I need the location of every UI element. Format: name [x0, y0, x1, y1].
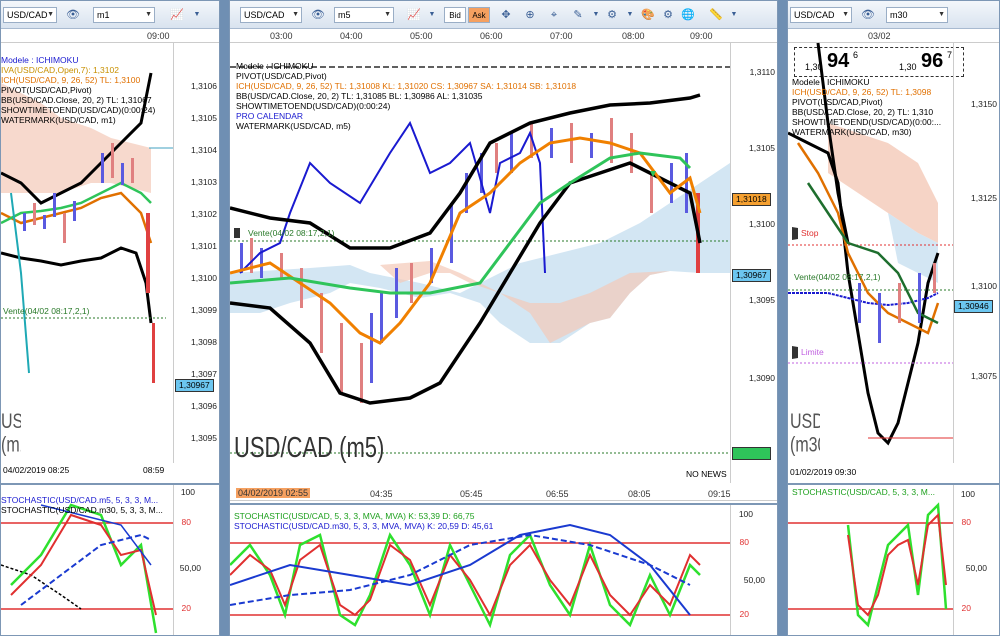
left-indicator-line: SHOWTIMETOEND(USD/CAD)(0:00:24): [1, 105, 156, 115]
right-indicator-line: PIVOT(USD/CAD,Pivot): [792, 97, 883, 107]
center-time-axis-bottom: 04/02/2019 02:55 04:35 05:45 06:55 08:05…: [230, 487, 777, 501]
left-stochastic-axis: 100 80 50,00 20: [173, 485, 219, 635]
right-stochastic-axis: 100 80 50,00 20: [953, 485, 999, 635]
left-chart-window: USD/CAD ▼ 👁 m1 ▼ 📈 ▼ 09:00 Modele: ICHI…: [0, 0, 220, 636]
center-chart-window: USD/CAD ▼ 👁 m5 ▼ 📈 ▼ Bid Ask ✥ ⊕ ⌖ ✎ ▼ ⚙ ▼…: [229, 0, 778, 636]
left-stochastic-label-2: STOCHASTIC(USD/CAD.m30, 5, 3, 3, M...: [1, 505, 163, 515]
left-indicator-line: Modele : ICHIMOKU: [1, 55, 79, 65]
center-indicator-line: PRO CALENDAR: [236, 111, 304, 121]
zoom-icon[interactable]: ⊕: [522, 7, 538, 23]
palette-icon[interactable]: 🎨: [640, 7, 656, 23]
left-indicator-line: WATERMARK(USD/CAD, m1): [1, 115, 116, 125]
left-indicator-line: ICH(USD/CAD, 9, 26, 52) TL: 1,3100: [1, 75, 141, 85]
right-chart-window: USD/CAD ▼ 👁 m30 ▼ 03/02 1,30 94 6 1,30 96 …: [787, 0, 1000, 636]
right-order-label[interactable]: Vente(04/02 08:17,2,1): [794, 272, 881, 282]
left-toolbar: USD/CAD ▼ 👁 m1 ▼ 📈 ▼: [1, 1, 219, 29]
left-indicator-line: BB(USD/CAD.Close, 20, 2) TL: 1,31067: [1, 95, 152, 105]
settings-icon[interactable]: ⚙: [660, 7, 676, 23]
center-indicator-line: WATERMARK(USD/CAD, m5): [236, 121, 351, 131]
chevron-down-icon[interactable]: ▼: [622, 7, 638, 23]
chevron-down-icon[interactable]: ▼: [588, 7, 604, 23]
center-price-tag-green: 1,30845: [732, 447, 771, 460]
left-indicator-line: IVA(USD/CAD,Open,7): 1,3102: [1, 65, 119, 75]
right-price-tag: 1,30946: [954, 300, 993, 313]
left-price-axis: 1,3106 1,3105 1,3104 1,3103 1,3102 1,310…: [173, 43, 219, 463]
left-order-label[interactable]: Vente(04/02 08:17,2,1): [3, 306, 90, 316]
center-price-axis: 1,3110 1,3105 1,3100 1,3095 1,3090: [730, 43, 777, 483]
center-indicator-line: PIVOT(USD/CAD,Pivot): [236, 71, 327, 81]
eye-icon[interactable]: 👁: [65, 7, 81, 23]
right-date-bottom: 01/02/2019 09:30: [790, 467, 857, 477]
center-stochastic-label-2: STOCHASTIC(USD/CAD.m30, 5, 3, 3, MVA, MV…: [234, 521, 494, 531]
left-date-bottom: 04/02/2019 08:25: [3, 465, 70, 475]
left-price-tag: 1,30967: [175, 379, 214, 392]
right-watermark: USD/CAD (m30): [790, 411, 820, 457]
stop-order-label[interactable]: Stop: [792, 227, 823, 240]
right-indicator-line: ICH(USD/CAD, 9, 26, 52) TL: 1,3098: [792, 87, 932, 97]
right-symbol-select[interactable]: USD/CAD ▼: [790, 7, 852, 23]
center-indicator-line: BB(USD/CAD.Close, 20, 2) TL: 1,31085 BL:…: [236, 91, 483, 101]
chart-type-icon[interactable]: 📈: [169, 7, 185, 23]
center-price-tag-blue: 1,30967: [732, 269, 771, 282]
center-date-bottom: 04/02/2019 02:55: [236, 488, 311, 498]
right-stochastic-pane: STOCHASTIC(USD/CAD, 5, 3, 3, M... 100 80…: [788, 483, 999, 635]
right-stochastic-label-1: STOCHASTIC(USD/CAD, 5, 3, 3, M...: [792, 487, 935, 497]
center-order-label[interactable]: Vente(04/02 08:17,2,1): [234, 228, 335, 238]
right-price-axis: 1,3150 1,3125 1,3100 1,3075: [953, 43, 999, 463]
ask-button[interactable]: Ask: [468, 7, 490, 23]
limit-order-label[interactable]: Limite: [792, 346, 828, 359]
left-indicator-line: PIVOT(USD/CAD,Pivot): [1, 85, 92, 95]
center-stochastic-label-1: STOCHASTIC(USD/CAD, 5, 3, 3, MVA, MVA) K…: [234, 511, 475, 521]
eye-icon[interactable]: 👁: [310, 7, 326, 23]
center-indicator-line: ICH(USD/CAD, 9, 26, 52) TL: 1,31008 KL: …: [236, 81, 577, 91]
center-stochastic-pane: STOCHASTIC(USD/CAD, 5, 3, 3, MVA, MVA) K…: [230, 503, 777, 635]
left-time-axis-top: 09:00: [1, 29, 219, 43]
chevron-down-icon[interactable]: ▼: [424, 7, 440, 23]
center-toolbar: USD/CAD ▼ 👁 m5 ▼ 📈 ▼ Bid Ask ✥ ⊕ ⌖ ✎ ▼ ⚙ ▼…: [230, 1, 777, 29]
center-indicator-line: SHOWTIMETOEND(USD/CAD)(0:00:24): [236, 101, 391, 111]
left-time-bottom: 08:59: [143, 465, 165, 475]
center-timeframe-select[interactable]: m5 ▼: [334, 7, 394, 23]
center-price-tag-orange: 1,31018: [732, 193, 771, 206]
left-symbol-select[interactable]: USD/CAD ▼: [3, 7, 57, 23]
right-toolbar: USD/CAD ▼ 👁 m30 ▼: [788, 1, 999, 29]
right-timeframe-select[interactable]: m30 ▼: [886, 7, 948, 23]
globe-icon[interactable]: 🌐: [680, 7, 696, 23]
center-indicator-line: Modele : ICHIMOKU: [236, 61, 314, 71]
eye-icon[interactable]: 👁: [860, 7, 876, 23]
chevron-down-icon[interactable]: ▼: [189, 7, 205, 23]
crosshair-icon[interactable]: ⌖: [546, 7, 562, 23]
bid-button[interactable]: Bid: [444, 7, 466, 23]
center-watermark: USD/CAD (m5): [234, 431, 385, 464]
cursor-tool-icon[interactable]: ✥: [498, 7, 514, 23]
center-time-axis-top: 03:00 04:00 05:00 06:00 07:00 08:00 09:0…: [230, 29, 777, 43]
right-indicator-line: BB(USD/CAD.Close, 20, 2) TL: 1,310: [792, 107, 934, 117]
right-time-axis-top: 03/02: [788, 29, 999, 43]
left-stochastic-pane: STOCHASTIC(USD/CAD.m5, 5, 3, 3, M... STO…: [1, 483, 219, 635]
left-watermark: USD/CAD (m1): [1, 411, 21, 457]
left-stochastic-label-1: STOCHASTIC(USD/CAD.m5, 5, 3, 3, M...: [1, 495, 159, 505]
tools-icon[interactable]: ⚙: [604, 7, 620, 23]
right-indicator-line: SHOWTIMETOEND(USD/CAD)(0:00:...: [792, 117, 942, 127]
right-indicator-line: Modele : ICHIMOKU: [792, 77, 870, 87]
left-timeframe-select[interactable]: m1 ▼: [93, 7, 155, 23]
no-news-label: NO NEWS: [686, 469, 727, 479]
ruler-icon[interactable]: 📏: [708, 7, 724, 23]
center-stochastic-axis: 100 80 50,00 20: [730, 505, 777, 635]
center-symbol-select[interactable]: USD/CAD ▼: [240, 7, 302, 23]
chart-type-icon[interactable]: 📈: [406, 7, 422, 23]
right-indicator-line: WATERMARK(USD/CAD, m30): [792, 127, 912, 137]
chevron-down-icon[interactable]: ▼: [726, 7, 742, 23]
draw-tool-icon[interactable]: ✎: [570, 7, 586, 23]
